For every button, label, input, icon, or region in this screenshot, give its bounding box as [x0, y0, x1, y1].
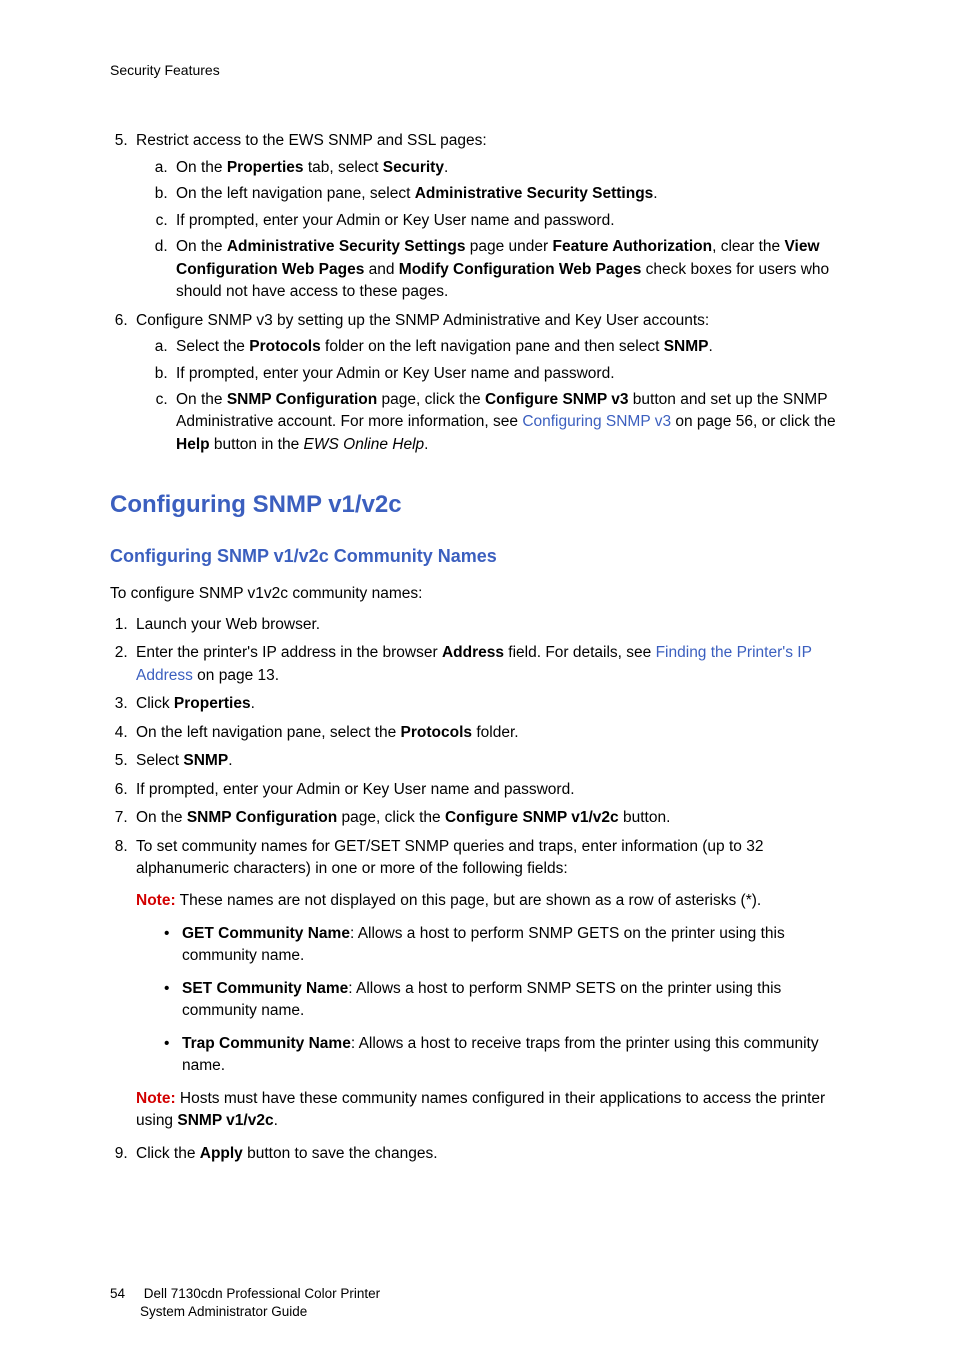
note-label-2: Note:: [136, 1090, 176, 1107]
proc-1: Launch your Web browser.: [132, 614, 854, 636]
bullet-set: SET Community Name: Allows a host to per…: [164, 978, 854, 1023]
heading-community-names: Configuring SNMP v1/v2c Community Names: [110, 543, 854, 569]
step-6-text: Configure SNMP v3 by setting up the SNMP…: [136, 312, 709, 329]
bullet-get: GET Community Name: Allows a host to per…: [164, 923, 854, 968]
step-5-text: Restrict access to the EWS SNMP and SSL …: [136, 132, 487, 149]
step-5b: On the left navigation pane, select Admi…: [172, 183, 854, 205]
step-6a: Select the Protocols folder on the left …: [172, 336, 854, 358]
proc-2: Enter the printer's IP address in the br…: [132, 642, 854, 687]
step-5-sublist: On the Properties tab, select Security. …: [136, 157, 854, 304]
community-bullets: GET Community Name: Allows a host to per…: [136, 923, 854, 1078]
bullet-trap: Trap Community Name: Allows a host to re…: [164, 1033, 854, 1078]
link-configuring-snmp-v3[interactable]: Configuring SNMP v3: [522, 413, 671, 430]
note-1: Note: These names are not displayed on t…: [136, 890, 854, 912]
footer-line2: System Administrator Guide: [140, 1304, 307, 1319]
note-label-1: Note:: [136, 892, 176, 909]
note-2: Note: Hosts must have these community na…: [136, 1088, 854, 1133]
procedure-list: Launch your Web browser. Enter the print…: [110, 614, 854, 1165]
footer-line1: Dell 7130cdn Professional Color Printer: [144, 1286, 380, 1301]
proc-9: Click the Apply button to save the chang…: [132, 1143, 854, 1165]
proc-6: If prompted, enter your Admin or Key Use…: [132, 779, 854, 801]
step-6: Configure SNMP v3 by setting up the SNMP…: [132, 310, 854, 457]
step-6c: On the SNMP Configuration page, click th…: [172, 389, 854, 456]
proc-3: Click Properties.: [132, 693, 854, 715]
step-5d: On the Administrative Security Settings …: [172, 236, 854, 303]
intro-paragraph: To configure SNMP v1v2c community names:: [110, 583, 854, 605]
step-5a: On the Properties tab, select Security.: [172, 157, 854, 179]
proc-8: To set community names for GET/SET SNMP …: [132, 836, 854, 1133]
page-header: Security Features: [110, 60, 854, 80]
proc-4: On the left navigation pane, select the …: [132, 722, 854, 744]
heading-configuring-snmp: Configuring SNMP v1/v2c: [110, 488, 854, 523]
step-6b: If prompted, enter your Admin or Key Use…: [172, 363, 854, 385]
proc-5: Select SNMP.: [132, 750, 854, 772]
step-5: Restrict access to the EWS SNMP and SSL …: [132, 130, 854, 303]
page-number: 54: [110, 1285, 140, 1303]
step-6-sublist: Select the Protocols folder on the left …: [136, 336, 854, 456]
proc-7: On the SNMP Configuration page, click th…: [132, 807, 854, 829]
page-footer: 54 Dell 7130cdn Professional Color Print…: [110, 1285, 854, 1321]
top-ordered-list: Restrict access to the EWS SNMP and SSL …: [110, 130, 854, 456]
step-5c: If prompted, enter your Admin or Key Use…: [172, 210, 854, 232]
